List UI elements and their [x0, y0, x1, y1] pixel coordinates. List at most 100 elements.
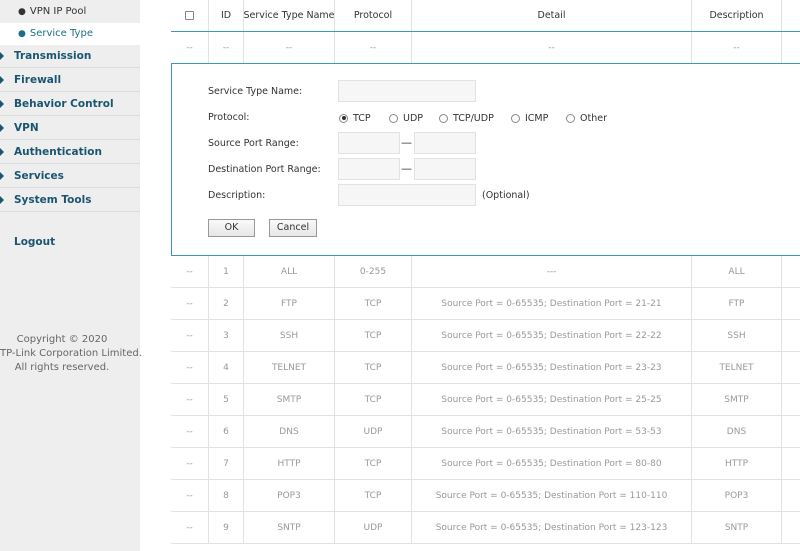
radio-checked-icon[interactable] — [339, 113, 348, 123]
table-row[interactable]: -- 9 SNTP UDP Source Port = 0-65535; Destina… — [171, 512, 800, 544]
row-name-cell: FTP — [243, 288, 334, 319]
table-row[interactable]: -- 2 FTP TCP Source Port = 0-65535; Destinat… — [171, 288, 800, 320]
row-description-cell: SSH — [691, 320, 781, 351]
caret-right-icon — [0, 124, 4, 132]
sidebar-item-services[interactable]: Services — [0, 164, 140, 188]
radio-icon[interactable] — [389, 113, 398, 123]
description-input[interactable] — [338, 184, 476, 206]
row-protocol-cell: UDP — [334, 416, 411, 447]
copyright-notice: Copyright © 2020 TP-Link Corporation Lim… — [0, 333, 142, 375]
sidebar-subitem-service-type[interactable]: ● Service Type — [0, 23, 140, 45]
row-name-cell: SSH — [243, 320, 334, 351]
logout-link[interactable]: Logout — [0, 231, 140, 253]
select-all-checkbox[interactable] — [185, 11, 194, 20]
header-detail[interactable]: Detail — [411, 0, 691, 31]
row-protocol-cell: UDP — [334, 512, 411, 543]
row-detail-cell: Source Port = 0-65535; Destination Port … — [411, 416, 691, 447]
sidebar-subitem-label: VPN IP Pool — [29, 6, 87, 17]
row-select-cell[interactable]: -- — [171, 256, 208, 287]
row-description-cell: DNS — [691, 416, 781, 447]
row-select-cell[interactable]: -- — [171, 352, 208, 383]
sidebar-item-vpn[interactable]: VPN — [0, 116, 140, 140]
row-id-cell: 6 — [208, 416, 243, 447]
sidebar-item-behavior-control[interactable]: Behavior Control — [0, 92, 140, 116]
row-protocol-cell: 0-255 — [334, 256, 411, 287]
row-detail-cell: Source Port = 0-65535; Destination Port … — [411, 480, 691, 511]
sidebar: ● VPN IP Pool ● Service Type Transmission … — [0, 0, 142, 551]
sidebar-subitem-vpn-ip-pool[interactable]: ● VPN IP Pool — [0, 1, 140, 23]
radio-icon[interactable] — [511, 113, 520, 123]
source-port-range-label: Source Port Range: — [208, 138, 299, 149]
row-select-cell[interactable]: -- — [171, 480, 208, 511]
destination-port-from-input[interactable] — [338, 158, 400, 180]
row-select-cell[interactable]: -- — [171, 320, 208, 351]
table-row[interactable]: -- 4 TELNET TCP Source Port = 0-65535; Desti… — [171, 352, 800, 384]
sidebar-item-label: Services — [14, 170, 64, 182]
header-spacer — [781, 0, 800, 31]
row-select-cell[interactable]: -- — [171, 512, 208, 543]
table-row[interactable]: -- 3 SSH TCP Source Port = 0-65535; Destinat… — [171, 320, 800, 352]
row-protocol-cell: TCP — [334, 384, 411, 415]
cancel-button[interactable]: Cancel — [269, 219, 317, 237]
source-port-to-input[interactable] — [414, 132, 476, 154]
protocol-option-label: TCP — [353, 112, 371, 124]
protocol-option-label: ICMP — [525, 112, 549, 124]
row-protocol-cell: TCP — [334, 352, 411, 383]
radio-icon[interactable] — [439, 113, 448, 123]
source-port-from-input[interactable] — [338, 132, 400, 154]
row-spacer-cell — [781, 512, 800, 543]
row-spacer-cell — [781, 256, 800, 287]
service-type-name-input[interactable] — [338, 80, 476, 102]
table-row[interactable]: -- 7 HTTP TCP Source Port = 0-65535; Destina… — [171, 448, 800, 480]
row-spacer-cell — [781, 480, 800, 511]
ok-button[interactable]: OK — [208, 219, 255, 237]
table-cell: -- — [411, 32, 691, 63]
protocol-option-udp[interactable]: UDP — [389, 111, 423, 125]
sidebar-item-label: Firewall — [14, 74, 62, 86]
row-select-cell[interactable]: -- — [171, 416, 208, 447]
row-protocol-cell: TCP — [334, 288, 411, 319]
sidebar-item-transmission[interactable]: Transmission — [0, 44, 140, 68]
sidebar-item-label: System Tools — [14, 194, 92, 206]
table-row[interactable]: -- 8 POP3 TCP Source Port = 0-65535; Destina… — [171, 480, 800, 512]
row-name-cell: SMTP — [243, 384, 334, 415]
row-spacer-cell — [781, 288, 800, 319]
destination-port-to-input[interactable] — [414, 158, 476, 180]
sidebar-item-firewall[interactable]: Firewall — [0, 68, 140, 92]
row-description-cell: SNTP — [691, 512, 781, 543]
copyright-line: All rights reserved. — [14, 362, 110, 373]
table-cell — [781, 32, 800, 63]
sidebar-item-authentication[interactable]: Authentication — [0, 140, 140, 164]
row-spacer-cell — [781, 416, 800, 447]
header-protocol[interactable]: Protocol — [334, 0, 411, 31]
row-select-cell[interactable]: -- — [171, 448, 208, 479]
row-description-cell: TELNET — [691, 352, 781, 383]
protocol-option-label: TCP/UDP — [453, 112, 494, 124]
row-description-cell: HTTP — [691, 448, 781, 479]
row-id-cell: 5 — [208, 384, 243, 415]
protocol-option-icmp[interactable]: ICMP — [511, 111, 548, 125]
header-id[interactable]: ID — [208, 0, 243, 31]
sidebar-subitem-label: Service Type — [29, 28, 93, 39]
row-select-cell[interactable]: -- — [171, 288, 208, 319]
header-service-type-name[interactable]: Service Type Name — [243, 0, 335, 31]
sidebar-item-system-tools[interactable]: System Tools — [0, 188, 140, 212]
protocol-option-other[interactable]: Other — [566, 111, 607, 125]
table-row[interactable]: -- 6 DNS UDP Source Port = 0-65535; Destinat… — [171, 416, 800, 448]
protocol-option-tcp-udp[interactable]: TCP/UDP — [439, 111, 494, 125]
table-row[interactable]: -- 5 SMTP TCP Source Port = 0-65535; Destina… — [171, 384, 800, 416]
row-description-cell: ALL — [691, 256, 781, 287]
protocol-option-tcp[interactable]: TCP — [339, 111, 371, 125]
header-description[interactable]: Description — [691, 0, 781, 31]
row-detail-cell: Source Port = 0-65535; Destination Port … — [411, 352, 691, 383]
radio-icon[interactable] — [566, 113, 575, 123]
row-name-cell: TELNET — [243, 352, 334, 383]
bullet-icon: ● — [18, 7, 26, 17]
table-row[interactable]: -- 1 ALL 0-255 --- ALL — [171, 256, 800, 288]
row-description-cell: POP3 — [691, 480, 781, 511]
row-id-cell: 3 — [208, 320, 243, 351]
row-name-cell: HTTP — [243, 448, 334, 479]
row-select-cell[interactable]: -- — [171, 384, 208, 415]
sidebar-item-label: VPN — [14, 122, 39, 134]
caret-right-icon — [0, 148, 4, 156]
